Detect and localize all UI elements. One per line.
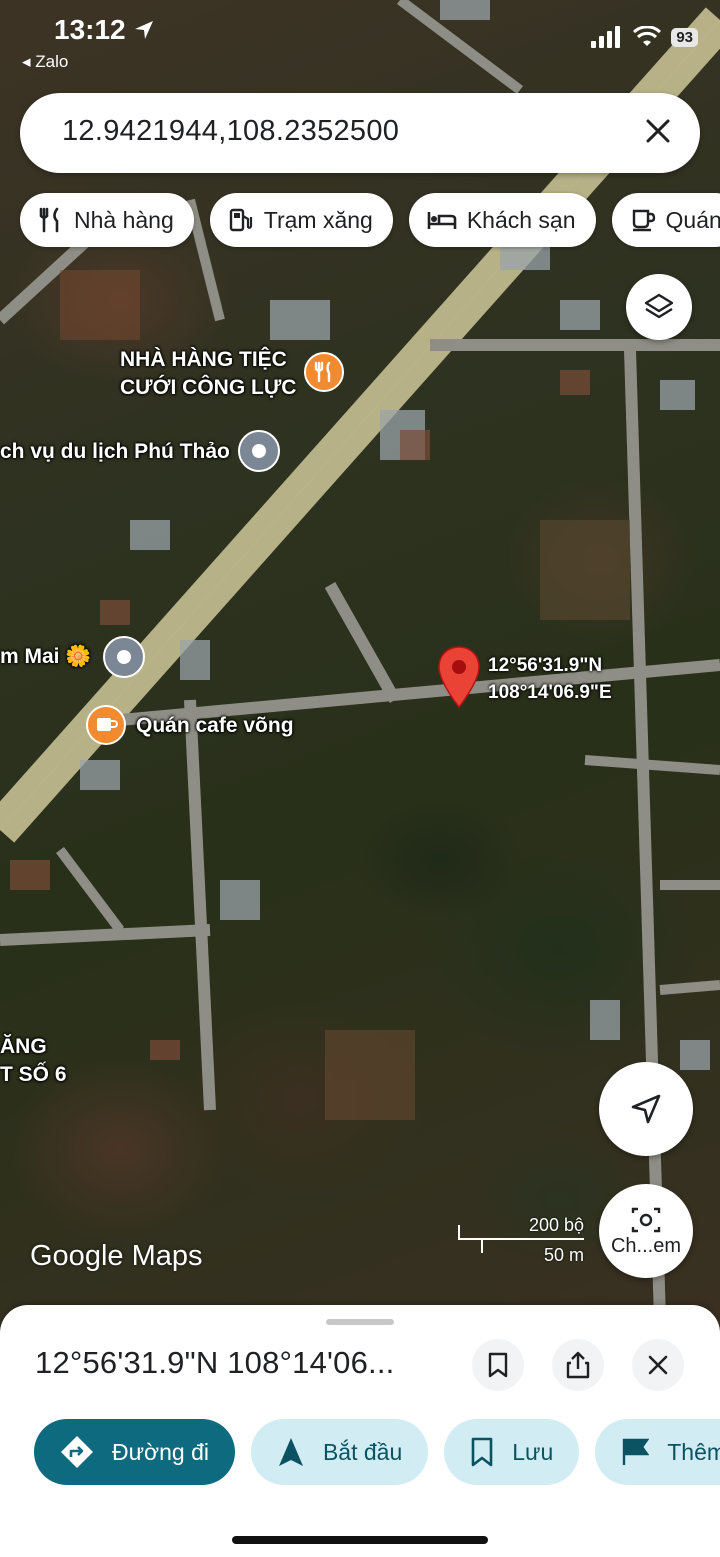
poi-label-cong-luc[interactable]: NHÀ HÀNG TIỆC CƯỚI CÔNG LỰC (120, 346, 296, 402)
close-sheet-button[interactable] (632, 1339, 684, 1391)
cellular-signal-icon (591, 26, 621, 48)
status-bar: 13:12 ◂ Zalo 93 (0, 0, 720, 85)
my-location-button[interactable] (599, 1062, 693, 1156)
share-button[interactable] (552, 1339, 604, 1391)
poi-label-cafe-vong[interactable]: Quán cafe võng (136, 714, 294, 738)
cafe-poi-icon[interactable] (86, 705, 126, 745)
save-button[interactable]: Lưu (444, 1419, 580, 1485)
chip-restaurants[interactable]: Nhà hàng (20, 193, 194, 247)
home-indicator[interactable] (232, 1536, 488, 1544)
clear-search-icon[interactable] (642, 115, 674, 147)
navigation-icon (278, 1438, 303, 1466)
save-bookmark-button[interactable] (472, 1339, 524, 1391)
layers-button[interactable] (626, 274, 692, 340)
scale-metric: 50 m (543, 1245, 584, 1265)
camera-button-label: Ch...em (610, 1234, 682, 1257)
location-pin-icon[interactable] (437, 645, 481, 711)
restaurant-icon (39, 207, 59, 233)
wifi-icon (633, 26, 662, 46)
bookmark-icon (471, 1437, 493, 1467)
place-bottom-sheet[interactable]: 12°56'31.9"N 108°14'06... Đường đi Bắt đ… (0, 1305, 720, 1557)
chip-cafes[interactable]: Quán (611, 193, 720, 247)
back-to-app-link[interactable]: ◂ Zalo (22, 52, 68, 72)
close-icon (648, 1355, 668, 1375)
directions-button[interactable]: Đường đi (34, 1419, 235, 1485)
restaurant-poi-icon[interactable] (304, 352, 344, 392)
hotel-icon (427, 212, 457, 229)
chip-gas-stations[interactable]: Trạm xăng (209, 193, 393, 247)
action-buttons: Đường đi Bắt đầu Lưu Thêm (34, 1419, 720, 1485)
status-icons: 93 (591, 26, 698, 48)
search-box[interactable]: 12.9421944,108.2352500 (20, 93, 700, 173)
add-label-button[interactable]: Thêm (595, 1419, 720, 1485)
sheet-drag-handle[interactable] (326, 1319, 394, 1325)
share-icon (566, 1351, 590, 1379)
flag-icon (623, 1438, 650, 1465)
map-scale: 200 bộ 50 m (458, 1215, 588, 1265)
chip-hotels[interactable]: Khách sạn (408, 193, 596, 247)
gas-station-icon (229, 208, 252, 232)
clock: 13:12 (54, 14, 155, 46)
bookmark-icon (488, 1352, 508, 1378)
poi-label-phu-thao[interactable]: ch vụ du lịch Phú Thảo (0, 440, 230, 464)
place-poi-icon[interactable] (238, 430, 280, 472)
layers-icon (644, 293, 674, 319)
location-arrow-icon (135, 21, 154, 39)
cafe-icon (632, 209, 655, 232)
battery-indicator: 93 (671, 27, 698, 47)
pin-coordinates-label: 12°56'31.9"N 108°14'06.9"E (488, 655, 612, 703)
directions-icon (61, 1436, 93, 1468)
search-input[interactable]: 12.9421944,108.2352500 (62, 115, 399, 148)
start-button[interactable]: Bắt đầu (250, 1419, 429, 1485)
poi-label-tang[interactable]: ĂNG T SỐ 6 (0, 1033, 67, 1089)
poi-label-mai[interactable]: m Mai 🌼 (0, 645, 92, 669)
place-poi-icon[interactable] (103, 636, 145, 678)
camera-search-button[interactable]: Ch...em (599, 1184, 693, 1278)
navigation-arrow-icon (631, 1094, 661, 1124)
camera-icon (631, 1207, 661, 1232)
category-chips: Nhà hàng Trạm xăng Khách sạn Quán (20, 193, 720, 247)
scale-imperial: 200 bộ (528, 1215, 584, 1235)
google-maps-logo: Google Maps (30, 1240, 203, 1272)
place-title: 12°56'31.9"N 108°14'06... (35, 1345, 395, 1380)
